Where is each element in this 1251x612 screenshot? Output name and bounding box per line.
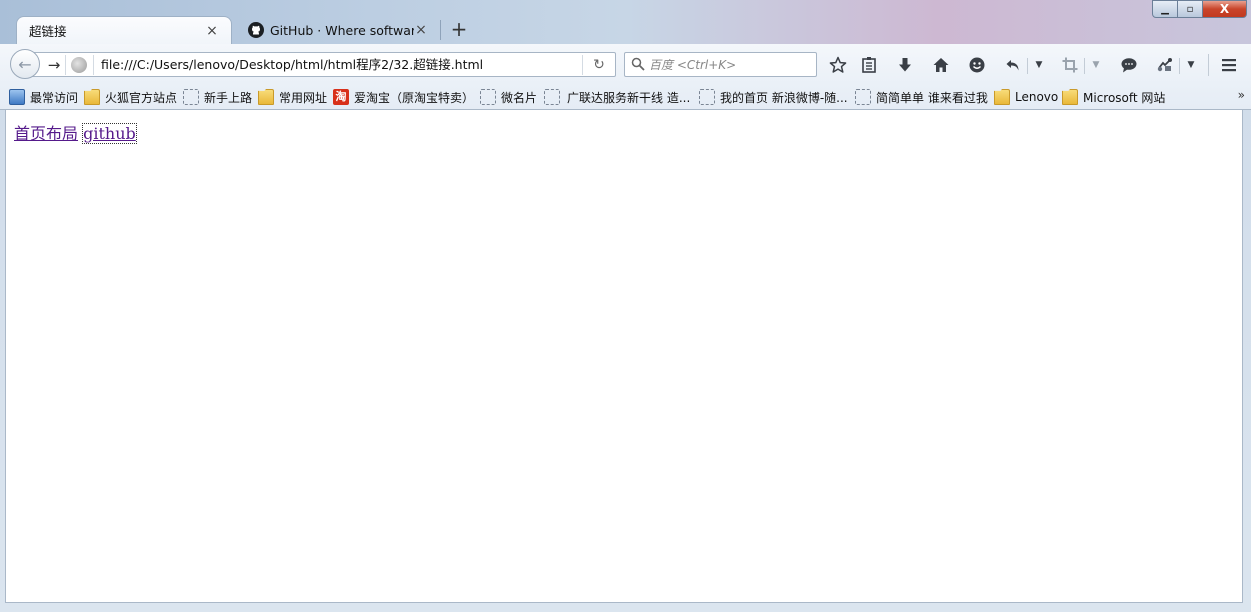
bookmark-label: 最常访问 bbox=[30, 90, 79, 105]
page-icon bbox=[544, 89, 560, 105]
tab-close-icon[interactable]: × bbox=[205, 24, 219, 38]
folder-icon bbox=[84, 89, 100, 105]
window-controls: ▁ ▫ X bbox=[1152, 0, 1247, 18]
hello-chat-icon[interactable] bbox=[966, 54, 988, 76]
undo-dropdown-icon[interactable]: ▼ bbox=[1033, 54, 1045, 76]
bookmark-label: 微名片 bbox=[501, 90, 538, 105]
smart-folder-icon bbox=[9, 89, 25, 105]
page-icon bbox=[699, 89, 715, 105]
download-icon[interactable] bbox=[894, 54, 916, 76]
crop-dropdown-icon[interactable]: ▼ bbox=[1090, 54, 1102, 76]
toolbar-separator bbox=[1179, 58, 1180, 74]
toolbar-separator bbox=[1208, 54, 1209, 76]
bookmark-glodon[interactable]: 广联达服务新干线 造... bbox=[544, 88, 690, 106]
page-links: 首页布局 github bbox=[14, 120, 137, 144]
folder-icon bbox=[258, 89, 274, 105]
bookmark-label: 火狐官方站点 bbox=[105, 90, 178, 105]
addon-icon[interactable] bbox=[1154, 54, 1176, 76]
link-github[interactable]: github bbox=[82, 123, 137, 144]
bookmark-firefox-sites[interactable]: 火狐官方站点 bbox=[84, 88, 177, 106]
crop-screenshot-icon[interactable] bbox=[1059, 54, 1081, 76]
tab-separator bbox=[440, 20, 441, 40]
bookmark-label: 新手上路 bbox=[204, 90, 253, 105]
back-button[interactable]: ← bbox=[10, 49, 40, 79]
tab-close-icon[interactable]: × bbox=[414, 23, 428, 37]
search-input[interactable] bbox=[649, 53, 809, 76]
url-bar[interactable]: → file:///C:/Users/lenovo/Desktop/html/h… bbox=[30, 52, 616, 77]
url-separator bbox=[93, 55, 94, 75]
url-text[interactable]: file:///C:/Users/lenovo/Desktop/html/htm… bbox=[101, 53, 483, 76]
bookmark-label: Microsoft 网站 bbox=[1083, 90, 1166, 105]
new-tab-button[interactable]: + bbox=[450, 19, 468, 39]
site-identity-icon[interactable] bbox=[71, 57, 87, 73]
bookmark-microsoft[interactable]: Microsoft 网站 bbox=[1062, 88, 1165, 106]
bookmark-lenovo[interactable]: Lenovo bbox=[994, 88, 1058, 106]
bookmark-wei-card[interactable]: 微名片 bbox=[480, 88, 537, 106]
folder-icon bbox=[994, 89, 1010, 105]
undo-icon[interactable] bbox=[1002, 54, 1024, 76]
github-icon bbox=[248, 22, 264, 38]
bookmark-label: 爱淘宝（原淘宝特卖） bbox=[354, 90, 475, 105]
taobao-icon: 淘 bbox=[333, 89, 349, 105]
bookmark-label: 简简单单 谁来看过我 bbox=[876, 90, 988, 105]
close-window-button[interactable]: X bbox=[1203, 0, 1247, 18]
navigation-toolbar: → file:///C:/Users/lenovo/Desktop/html/h… bbox=[0, 44, 1251, 84]
forward-button[interactable]: → bbox=[43, 55, 66, 75]
tab-title: 超链接 bbox=[29, 24, 67, 39]
reload-button[interactable]: ↻ bbox=[589, 55, 609, 75]
bookmark-label: 广联达服务新干线 造... bbox=[567, 90, 691, 105]
toolbar-separator bbox=[1084, 58, 1085, 74]
bookmark-most-visited[interactable]: 最常访问 bbox=[9, 88, 78, 106]
tab-title: GitHub · Where software... bbox=[270, 22, 414, 38]
bookmark-label: 我的首页 新浪微博-随... bbox=[720, 90, 848, 105]
bookmark-common-sites[interactable]: 常用网址 bbox=[258, 88, 327, 106]
hamburger-menu-icon[interactable] bbox=[1218, 54, 1240, 76]
bookmark-label: Lenovo bbox=[1015, 90, 1059, 104]
addon-dropdown-icon[interactable]: ▼ bbox=[1185, 54, 1197, 76]
reload-separator bbox=[582, 55, 583, 75]
feedback-bubble-icon[interactable] bbox=[1118, 54, 1140, 76]
search-icon bbox=[631, 57, 645, 71]
bookmarks-toolbar: 最常访问 火狐官方站点 新手上路 常用网址 淘 爱淘宝（原淘宝特卖） 微名片 广… bbox=[0, 84, 1251, 110]
toolbar-separator bbox=[1027, 58, 1028, 74]
page-icon bbox=[855, 89, 871, 105]
bookmark-sina-weibo[interactable]: 我的首页 新浪微博-随... bbox=[699, 88, 848, 106]
link-home-layout[interactable]: 首页布局 bbox=[14, 124, 78, 143]
page-icon bbox=[183, 89, 199, 105]
search-bar[interactable] bbox=[624, 52, 817, 77]
page-content: 首页布局 github bbox=[5, 110, 1243, 603]
tab-github[interactable]: GitHub · Where software... × bbox=[236, 16, 440, 44]
bookmark-who-visited[interactable]: 简简单单 谁来看过我 bbox=[855, 88, 988, 106]
title-bar: 超链接 × GitHub · Where software... × + ▁ ▫… bbox=[0, 0, 1251, 44]
bookmark-getting-started[interactable]: 新手上路 bbox=[183, 88, 252, 106]
maximize-button[interactable]: ▫ bbox=[1178, 0, 1203, 18]
bookmark-star-icon[interactable] bbox=[827, 54, 849, 76]
minimize-button[interactable]: ▁ bbox=[1152, 0, 1178, 18]
bookmark-ai-taobao[interactable]: 淘 爱淘宝（原淘宝特卖） bbox=[333, 88, 474, 106]
folder-icon bbox=[1062, 89, 1078, 105]
bookmarks-menu-icon[interactable] bbox=[858, 54, 880, 76]
tab-hyperlink[interactable]: 超链接 × bbox=[16, 16, 232, 44]
bookmarks-overflow-button[interactable]: » bbox=[1238, 88, 1245, 102]
page-icon bbox=[480, 89, 496, 105]
bookmark-label: 常用网址 bbox=[279, 90, 328, 105]
home-icon[interactable] bbox=[930, 54, 952, 76]
